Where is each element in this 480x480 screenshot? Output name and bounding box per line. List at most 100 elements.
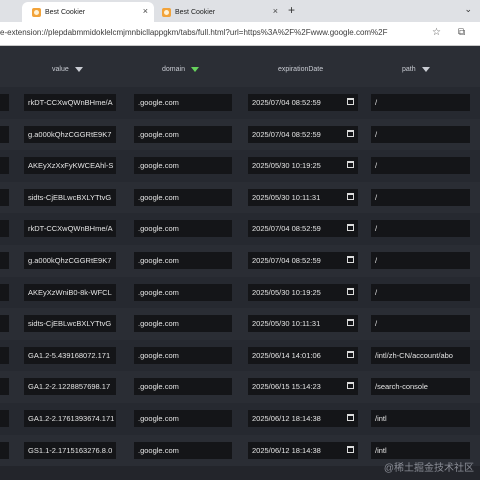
value-field[interactable]: sidts-CjEBLwcBXLYTtvG	[24, 315, 116, 333]
expiration-field-text: 2025/05/30 10:19:25	[252, 161, 321, 171]
name-field[interactable]	[0, 125, 9, 143]
domain-field[interactable]: .google.com	[134, 315, 232, 333]
expiration-field[interactable]: 2025/05/30 10:11:31	[248, 188, 358, 206]
calendar-icon[interactable]	[347, 350, 354, 358]
value-field[interactable]: GA1.2-5.439168072.171	[24, 346, 116, 364]
calendar-icon[interactable]	[347, 319, 354, 327]
cookie-favicon-icon	[162, 7, 171, 17]
expiration-field[interactable]: 2025/05/30 10:11:31	[248, 315, 358, 333]
name-field[interactable]	[0, 188, 9, 206]
filter-active-icon[interactable]	[190, 67, 199, 72]
filter-icon[interactable]	[421, 67, 430, 72]
value-field[interactable]: rkDT-CCXwQWnBHme/A	[24, 94, 116, 111]
expiration-field[interactable]: 2025/07/04 08:52:59	[248, 94, 358, 111]
expiration-field[interactable]: 2025/05/30 10:19:25	[248, 157, 358, 175]
value-field-text: rkDT-CCXwQWnBHme/A	[28, 224, 113, 234]
name-field[interactable]	[0, 441, 9, 459]
calendar-icon[interactable]	[347, 98, 354, 105]
close-tab-icon[interactable]: ×	[273, 6, 278, 16]
name-field[interactable]	[0, 94, 9, 111]
domain-field[interactable]: .google.com	[134, 220, 232, 238]
value-field[interactable]: GA1.2-2.1228857698.17	[24, 378, 116, 396]
name-field[interactable]	[0, 157, 9, 175]
domain-field[interactable]: .google.com	[134, 410, 232, 427]
path-field-text: /intl	[375, 445, 387, 455]
path-field-text: /	[375, 224, 378, 234]
domain-field[interactable]: .google.com	[134, 346, 232, 364]
browser-tab-active[interactable]: Best Cookier ×	[22, 2, 154, 22]
path-field[interactable]: /	[371, 125, 470, 143]
extensions-icon[interactable]: ⧉	[458, 27, 465, 38]
path-field[interactable]: /intl	[371, 410, 470, 427]
name-field[interactable]	[0, 283, 9, 301]
calendar-icon[interactable]	[347, 445, 354, 453]
column-header-path[interactable]: path	[402, 66, 430, 73]
value-field[interactable]: GS1.1-2.1715163276.8.0	[24, 441, 116, 459]
expiration-field[interactable]: 2025/06/12 18:14:38	[248, 441, 358, 459]
tab-search-icon[interactable]: ⌄	[464, 4, 472, 15]
path-field-text: /	[375, 192, 378, 202]
domain-field-text: .google.com	[138, 224, 179, 234]
calendar-icon[interactable]	[347, 287, 354, 295]
column-header-value[interactable]: value	[52, 66, 83, 73]
domain-field[interactable]: .google.com	[134, 283, 232, 301]
domain-field[interactable]: .google.com	[134, 252, 232, 269]
url-field[interactable]: e-extension://plepdabmmidoklelcmjmnbicll…	[0, 28, 420, 37]
name-field[interactable]	[0, 378, 9, 396]
value-field[interactable]: AKEyXzWniB0-8k-WFCL	[24, 283, 116, 301]
value-field-text: GS1.1-2.1715163276.8.0	[28, 445, 113, 455]
expiration-field[interactable]: 2025/06/12 18:14:38	[248, 410, 358, 427]
value-field[interactable]: AKEyXzXxFyKWCEAhl-S	[24, 157, 116, 175]
calendar-icon[interactable]	[347, 161, 354, 169]
column-header-expiration[interactable]: expirationDate	[278, 66, 323, 73]
path-field[interactable]: /	[371, 188, 470, 206]
path-field[interactable]: /	[371, 252, 470, 269]
name-field[interactable]	[0, 315, 9, 333]
value-field[interactable]: GA1.2-2.1761393674.171	[24, 410, 116, 427]
filter-icon[interactable]	[74, 67, 83, 72]
close-tab-icon[interactable]: ×	[143, 6, 148, 16]
domain-field[interactable]: .google.com	[134, 441, 232, 459]
value-field[interactable]: g.a000kQhzCGGRtE9K7	[24, 252, 116, 269]
path-field[interactable]: /intl/zh-CN/account/abo	[371, 346, 470, 364]
path-field[interactable]: /	[371, 315, 470, 333]
domain-field[interactable]: .google.com	[134, 157, 232, 175]
domain-field[interactable]: .google.com	[134, 378, 232, 396]
expiration-field[interactable]: 2025/07/04 08:52:59	[248, 125, 358, 143]
table-row: rkDT-CCXwQWnBHme/A .google.com 2025/07/04 …	[0, 213, 480, 245]
path-field[interactable]: /	[371, 220, 470, 238]
domain-field[interactable]: .google.com	[134, 188, 232, 206]
path-field[interactable]: /intl	[371, 441, 470, 459]
expiration-field[interactable]: 2025/07/04 08:52:59	[248, 252, 358, 269]
path-field[interactable]: /	[371, 157, 470, 175]
path-field[interactable]: /	[371, 283, 470, 301]
value-field[interactable]: sidts-CjEBLwcBXLYTtvG	[24, 188, 116, 206]
calendar-icon[interactable]	[347, 224, 354, 232]
calendar-icon[interactable]	[347, 129, 354, 137]
calendar-icon[interactable]	[347, 414, 354, 421]
calendar-icon[interactable]	[347, 256, 354, 263]
domain-field[interactable]: .google.com	[134, 94, 232, 111]
path-field[interactable]: /	[371, 94, 470, 111]
value-field[interactable]: rkDT-CCXwQWnBHme/A	[24, 220, 116, 238]
browser-tab[interactable]: Best Cookier ×	[156, 2, 284, 22]
expiration-field[interactable]: 2025/06/15 15:14:23	[248, 378, 358, 396]
calendar-icon[interactable]	[347, 382, 354, 390]
value-field[interactable]: g.a000kQhzCGGRtE9K7	[24, 125, 116, 143]
bookmark-star-icon[interactable]: ☆	[432, 27, 441, 38]
name-field[interactable]	[0, 220, 9, 238]
expiration-field[interactable]: 2025/06/14 14:01:06	[248, 346, 358, 364]
expiration-field[interactable]: 2025/05/30 10:19:25	[248, 283, 358, 301]
watermark: @稀土掘金技术社区	[383, 463, 474, 474]
expiration-field-text: 2025/07/04 08:52:59	[252, 98, 321, 107]
new-tab-button[interactable]: +	[288, 3, 295, 17]
table-row: rkDT-CCXwQWnBHme/A .google.com 2025/07/04 …	[0, 87, 480, 119]
domain-field[interactable]: .google.com	[134, 125, 232, 143]
path-field[interactable]: /search-console	[371, 378, 470, 396]
column-header-domain[interactable]: domain	[162, 66, 199, 73]
name-field[interactable]	[0, 410, 9, 427]
name-field[interactable]	[0, 252, 9, 269]
calendar-icon[interactable]	[347, 192, 354, 200]
expiration-field[interactable]: 2025/07/04 08:52:59	[248, 220, 358, 238]
name-field[interactable]	[0, 346, 9, 364]
